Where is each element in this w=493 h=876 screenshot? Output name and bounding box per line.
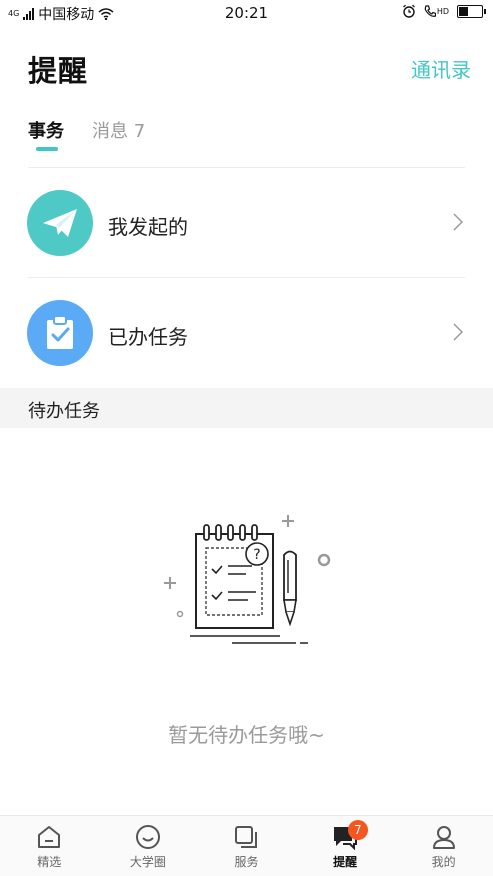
alarm-icon xyxy=(402,4,415,18)
notebook-and-pen-icon: ? xyxy=(164,515,331,644)
active-tab-indicator xyxy=(36,147,58,151)
row-label: 已办任务 xyxy=(108,325,188,349)
nav-label: 服务 xyxy=(234,855,259,869)
contacts-link[interactable]: 通讯录 xyxy=(411,54,471,83)
empty-state-text: 暂无待办任务哦~ xyxy=(168,723,325,747)
smile-icon xyxy=(135,825,160,849)
battery-icon xyxy=(457,4,486,18)
tab-messages[interactable]: 消息 7 xyxy=(92,117,145,143)
row-label: 我发起的 xyxy=(108,215,188,239)
status-right: HD xyxy=(402,4,486,18)
divider xyxy=(28,277,465,278)
svg-text:?: ? xyxy=(253,547,260,563)
home-icon xyxy=(38,826,61,848)
nav-item-reminders[interactable]: 7 提醒 xyxy=(296,816,395,876)
tab-bar: 事务 消息 7 xyxy=(28,117,145,151)
chevron-right-icon xyxy=(453,213,463,231)
nav-label: 大学圈 xyxy=(129,855,166,869)
divider xyxy=(28,167,465,168)
tab-affairs[interactable]: 事务 xyxy=(28,117,64,151)
nav-item-me[interactable]: 我的 xyxy=(394,816,493,876)
section-header: 待办任务 xyxy=(0,388,493,428)
nav-item-featured[interactable]: 精选 xyxy=(0,816,99,876)
nav-label: 提醒 xyxy=(333,855,358,869)
nav-item-services[interactable]: 服务 xyxy=(197,816,296,876)
phone-icon xyxy=(424,4,436,17)
paper-plane-icon xyxy=(27,190,93,256)
chevron-right-icon xyxy=(453,323,463,341)
user-icon xyxy=(432,826,455,849)
nav-label: 精选 xyxy=(37,855,62,869)
page-title: 提醒 xyxy=(28,54,89,88)
clipboard-check-icon xyxy=(27,300,93,366)
nav-label: 我的 xyxy=(431,855,456,869)
layers-icon xyxy=(235,826,258,848)
bottom-nav: 精选 大学圈 服务 7 提醒 我的 xyxy=(0,815,493,876)
row-initiated-by-me[interactable]: 我发起的 xyxy=(0,178,493,268)
tab-affairs-label: 事务 xyxy=(28,121,64,142)
status-bar: 4G 中国移动 20:21 HD xyxy=(0,0,493,26)
row-completed-tasks[interactable]: 已办任务 xyxy=(0,288,493,378)
nav-item-campus[interactable]: 大学圈 xyxy=(99,816,198,876)
tab-messages-label: 消息 7 xyxy=(92,121,146,142)
section-title: 待办任务 xyxy=(28,401,100,422)
notification-badge: 7 xyxy=(347,820,368,840)
hd-call-label: HD xyxy=(436,6,449,16)
